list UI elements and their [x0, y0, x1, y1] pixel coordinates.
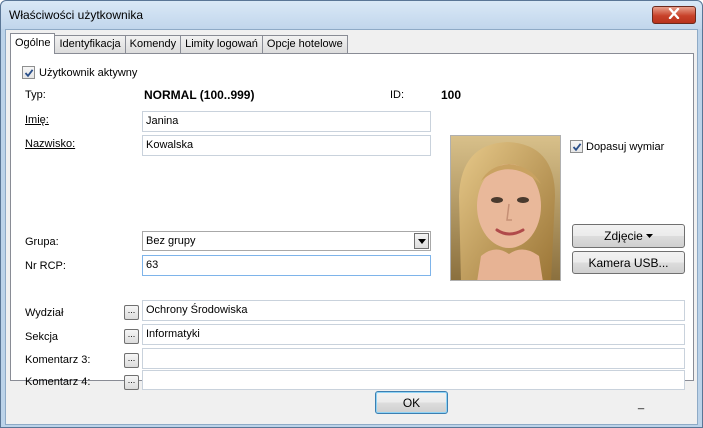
comment4-browse-button[interactable]: ...	[124, 375, 139, 390]
type-label: Typ:	[25, 89, 46, 101]
triangle-down-icon	[645, 234, 653, 238]
group-select-value: Bez grupy	[146, 235, 196, 247]
last-name-label: Nazwisko:	[25, 138, 76, 150]
department-browse-button[interactable]: ...	[124, 305, 139, 320]
close-icon	[668, 7, 680, 22]
section-input[interactable]: Informatyki	[142, 324, 685, 345]
comment4-input[interactable]	[142, 370, 685, 390]
rcp-input[interactable]: 63	[142, 255, 431, 276]
tab-general[interactable]: Ogólne	[10, 33, 56, 54]
dialog-window: Właściwości użytkownika Ogólne Identyfik…	[0, 0, 703, 428]
group-label: Grupa:	[25, 236, 59, 248]
comment3-input[interactable]	[142, 348, 685, 369]
active-user-label: Użytkownik aktywny	[39, 67, 138, 79]
user-photo	[450, 135, 561, 281]
photo-button[interactable]: Zdjęcie	[572, 224, 685, 248]
type-value: NORMAL (100..999)	[144, 88, 255, 102]
tab-hotel-options[interactable]: Opcje hotelowe	[261, 35, 348, 53]
department-input[interactable]: Ochrony Środowiska	[142, 300, 685, 321]
window-title: Właściwości użytkownika	[9, 8, 144, 22]
section-browse-button[interactable]: ...	[124, 329, 139, 344]
section-label: Sekcja	[25, 331, 59, 343]
department-label: Wydział	[25, 307, 64, 319]
rcp-label: Nr RCP:	[25, 260, 66, 272]
tab-commands[interactable]: Komendy	[124, 35, 182, 53]
id-value: 100	[441, 88, 462, 102]
tab-identification[interactable]: Identyfikacja	[54, 35, 126, 53]
first-name-label: Imię:	[25, 114, 49, 126]
close-button[interactable]	[652, 6, 696, 24]
ok-button[interactable]: OK	[375, 391, 448, 414]
first-name-input[interactable]: Janina	[142, 111, 431, 132]
comment4-label: Komentarz 4:	[25, 376, 91, 388]
id-label: ID:	[390, 89, 405, 101]
dialog-client-area: Ogólne Identyfikacja Komendy Limity logo…	[5, 29, 698, 425]
last-name-input[interactable]: Kowalska	[142, 135, 431, 156]
active-user-checkbox[interactable]	[22, 66, 35, 79]
tab-strip: Ogólne Identyfikacja Komendy Limity logo…	[10, 33, 348, 54]
underscore-marker: _	[638, 398, 645, 410]
title-bar[interactable]: Właściwości użytkownika	[1, 1, 702, 29]
general-tab-panel: Użytkownik aktywny Typ: NORMAL (100..999…	[10, 53, 694, 390]
usb-camera-button[interactable]: Kamera USB...	[572, 251, 685, 274]
group-select[interactable]: Bez grupy	[142, 231, 431, 251]
comment3-browse-button[interactable]: ...	[124, 353, 139, 368]
comment3-label: Komentarz 3:	[25, 354, 91, 366]
chevron-down-icon[interactable]	[414, 233, 429, 249]
fit-size-label: Dopasuj wymiar	[586, 141, 665, 153]
fit-size-checkbox[interactable]	[570, 140, 583, 153]
photo-button-label: Zdjęcie	[604, 229, 643, 243]
tab-login-limits[interactable]: Limity logowań	[180, 35, 263, 53]
